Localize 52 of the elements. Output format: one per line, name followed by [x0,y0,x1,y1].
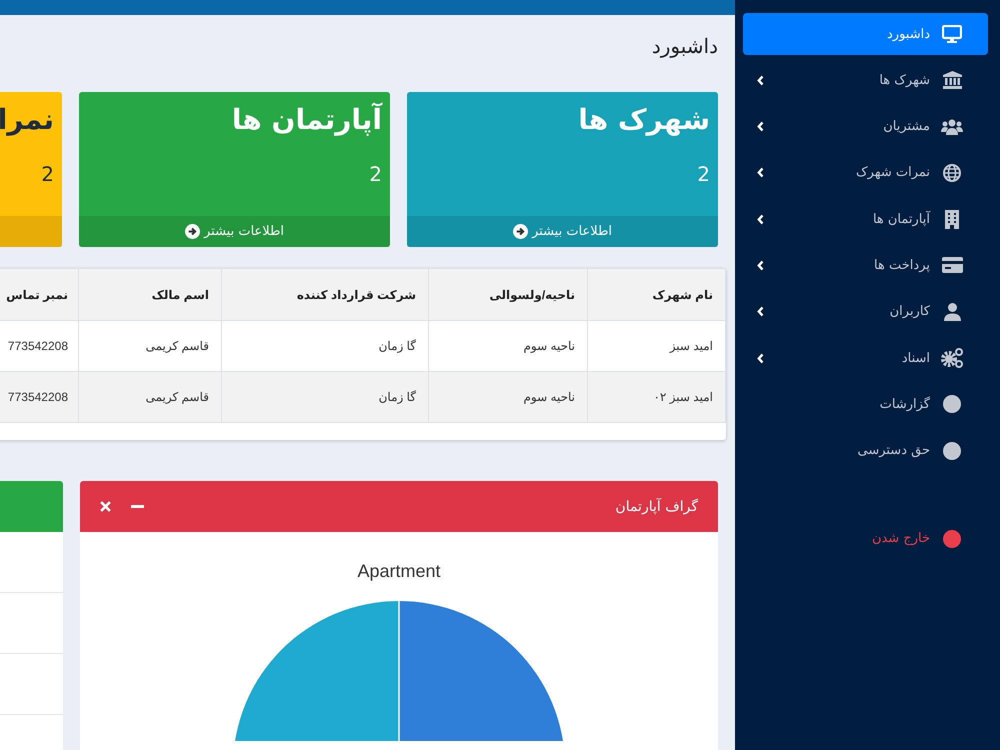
card-count: 2 [368,162,382,186]
arrow-circle-icon [512,224,528,239]
column-header: اسم مالک [78,268,222,320]
column-header: نام شهرک [588,268,726,320]
user-icon [944,302,960,321]
card-count: 2 [696,162,710,186]
arrow-circle-icon [184,224,200,239]
circle-icon [943,442,961,460]
sidebar-item[interactable]: شهرک ها [743,59,988,102]
page-title: داشبورد [650,33,718,60]
more-info-link[interactable]: اطلاعات بیشتر [407,216,718,247]
card-title: نمرا [0,102,54,138]
sidebar-item[interactable]: مشتریان [743,106,988,148]
sidebar-item[interactable]: حق دسترسی [743,430,988,472]
sidebar-item[interactable]: داشبورد [743,13,988,55]
panel-title: گراف آپارتمان [615,498,698,514]
table-cell: 773542208 [0,372,78,422]
sidebar-item[interactable]: پرداخت ها [743,244,988,286]
minimize-icon[interactable] [131,505,144,508]
column-header: شرکت قرارداد کننده [222,268,428,320]
circle-icon [943,395,961,414]
credit-card-icon [942,257,962,274]
circle-icon [943,530,961,548]
table-cell: گا زمان [222,372,428,422]
bank-icon [942,71,962,90]
card-title: آپارتمان ها [230,102,382,138]
table-cell: قاسم کریمی [78,320,222,372]
logout-item[interactable]: خارج شدن [743,518,988,560]
table-cell: قاسم کریمی [78,372,222,422]
users-icon [941,118,963,135]
monitor-icon [942,25,962,43]
table-cell: امید سبز ۰۲ [588,372,726,422]
more-info-link[interactable]: اطلاعات بیشتر [79,216,390,247]
table-cell: ناحیه سوم [428,372,588,422]
column-header: نمبر تماس [0,268,78,320]
chart-title: Apartment [357,561,441,582]
globe-icon [943,164,961,182]
column-header: ناحیه/ولسوالی [428,268,588,320]
building-icon [945,210,959,229]
sidebar-item[interactable]: کاربران [743,290,988,333]
table-cell: امید سبز [588,320,726,372]
table-cell: ناحیه سوم [428,320,588,372]
close-icon[interactable] [100,501,111,512]
gears-icon [941,348,963,368]
sidebar-item[interactable]: نمرات شهرک [743,152,988,194]
sidebar-item[interactable]: آپارتمان ها [743,198,988,240]
card-count: 2 [40,162,54,186]
card-title: شهرک ها [577,102,710,138]
sidebar-item[interactable]: گزارشات [743,383,988,426]
sidebar-item[interactable]: اسناد [743,337,988,380]
table-cell: گا زمان [222,320,428,372]
table-cell: 773542208 [0,320,78,372]
